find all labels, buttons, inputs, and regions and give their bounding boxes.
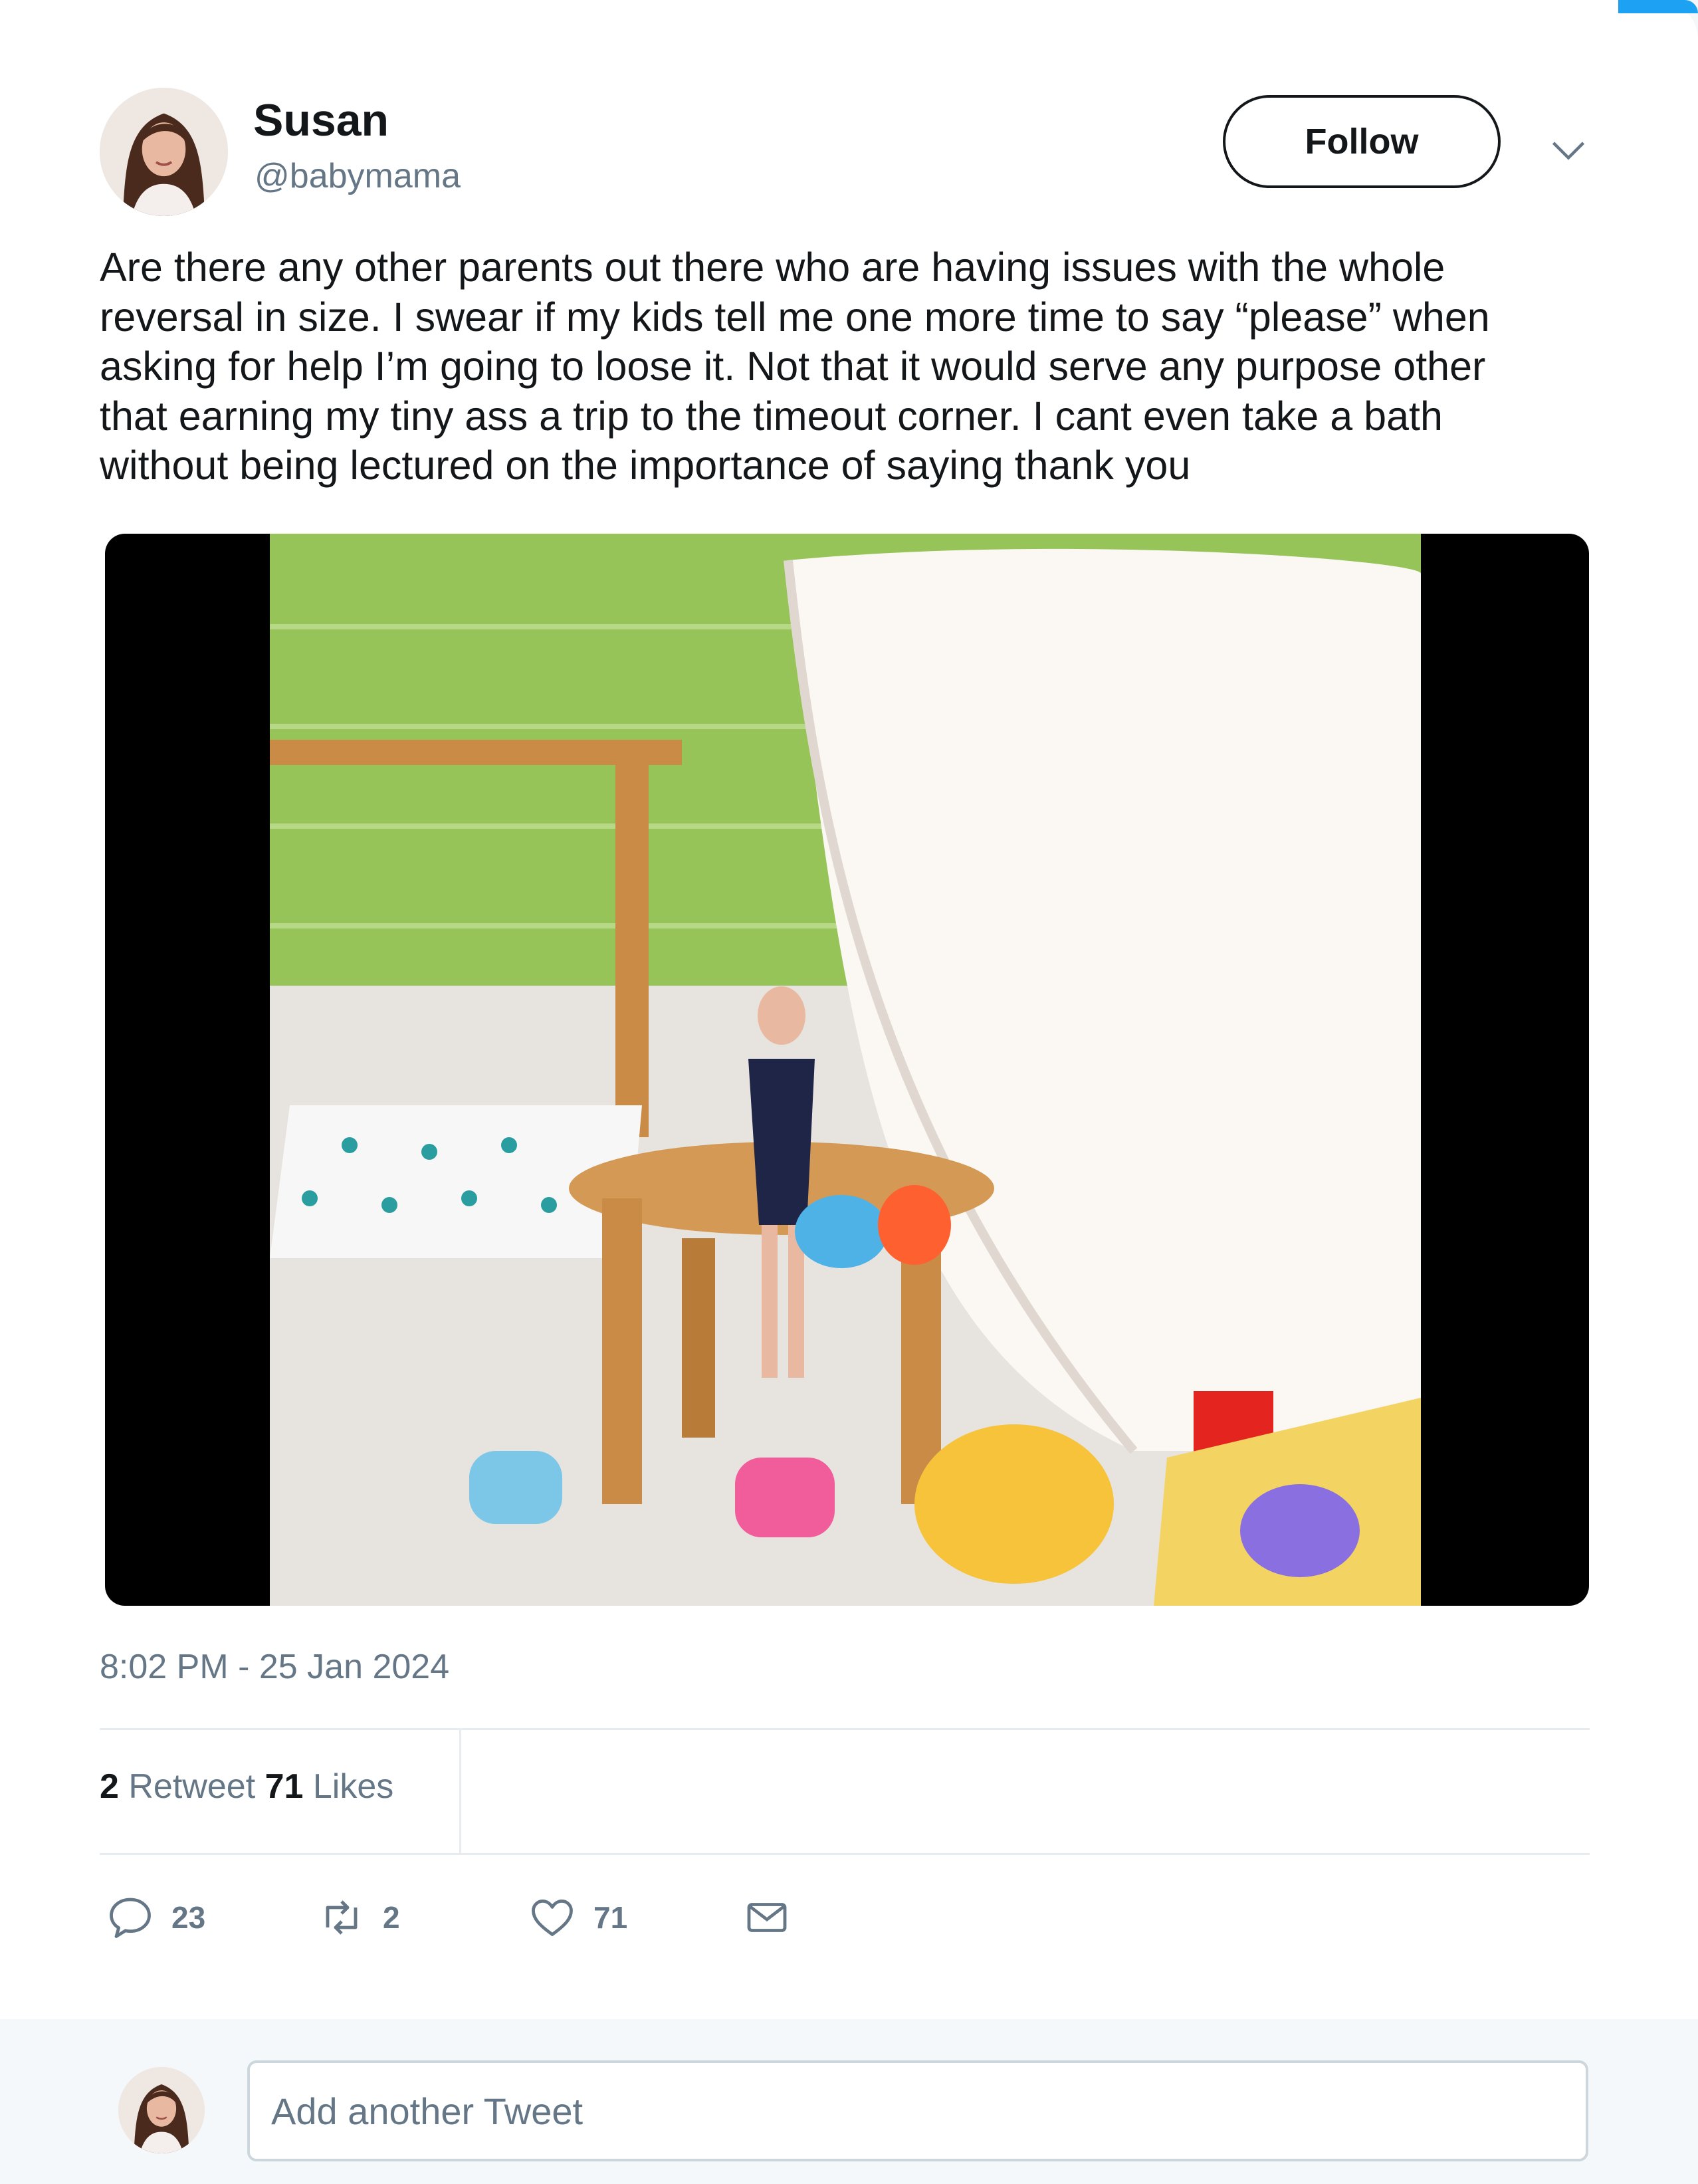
display-name[interactable]: Susan <box>253 94 389 146</box>
heart-icon <box>532 1900 573 1936</box>
avatar-portrait <box>118 2067 205 2153</box>
divider <box>459 1730 461 1853</box>
reply-avatar <box>118 2067 205 2153</box>
engagement-stats[interactable]: 2 Retweet 71 Likes <box>100 1767 393 1806</box>
reply-button[interactable]: 23 <box>106 1888 205 1947</box>
avatar[interactable] <box>100 88 228 216</box>
like-button[interactable]: 71 <box>528 1888 627 1947</box>
like-action-count: 71 <box>593 1900 628 1935</box>
retweet-button[interactable]: 2 <box>318 1888 400 1947</box>
divider <box>100 1728 1590 1730</box>
reply-count: 23 <box>171 1900 206 1935</box>
tweet-media[interactable] <box>105 534 1589 1606</box>
chevron-down-icon[interactable] <box>1548 130 1588 169</box>
envelope-icon <box>747 1903 787 1932</box>
retweet-label: Retweet <box>128 1767 256 1806</box>
tweet-timestamp[interactable]: 8:02 PM - 25 Jan 2024 <box>100 1647 449 1687</box>
retweet-icon <box>326 1900 358 1935</box>
user-handle[interactable]: @babymama <box>255 156 461 196</box>
follow-button[interactable]: Follow <box>1223 95 1501 188</box>
media-photo <box>270 534 1421 1606</box>
retweet-action-count: 2 <box>383 1900 400 1935</box>
tweet-text: Are there any other parents out there wh… <box>100 245 1490 488</box>
tweet-card: Susan @babymama Follow Are there any oth… <box>0 0 1698 2019</box>
like-count: 71 <box>265 1767 304 1806</box>
reply-input[interactable] <box>247 2060 1588 2161</box>
likes-label: Likes <box>312 1767 394 1806</box>
direct-message-button[interactable] <box>743 1888 791 1947</box>
divider <box>100 1853 1590 1855</box>
window-corner-accent <box>1618 0 1698 13</box>
avatar-portrait <box>100 88 228 216</box>
retweet-count: 2 <box>100 1767 119 1806</box>
reply-icon <box>110 1898 151 1938</box>
